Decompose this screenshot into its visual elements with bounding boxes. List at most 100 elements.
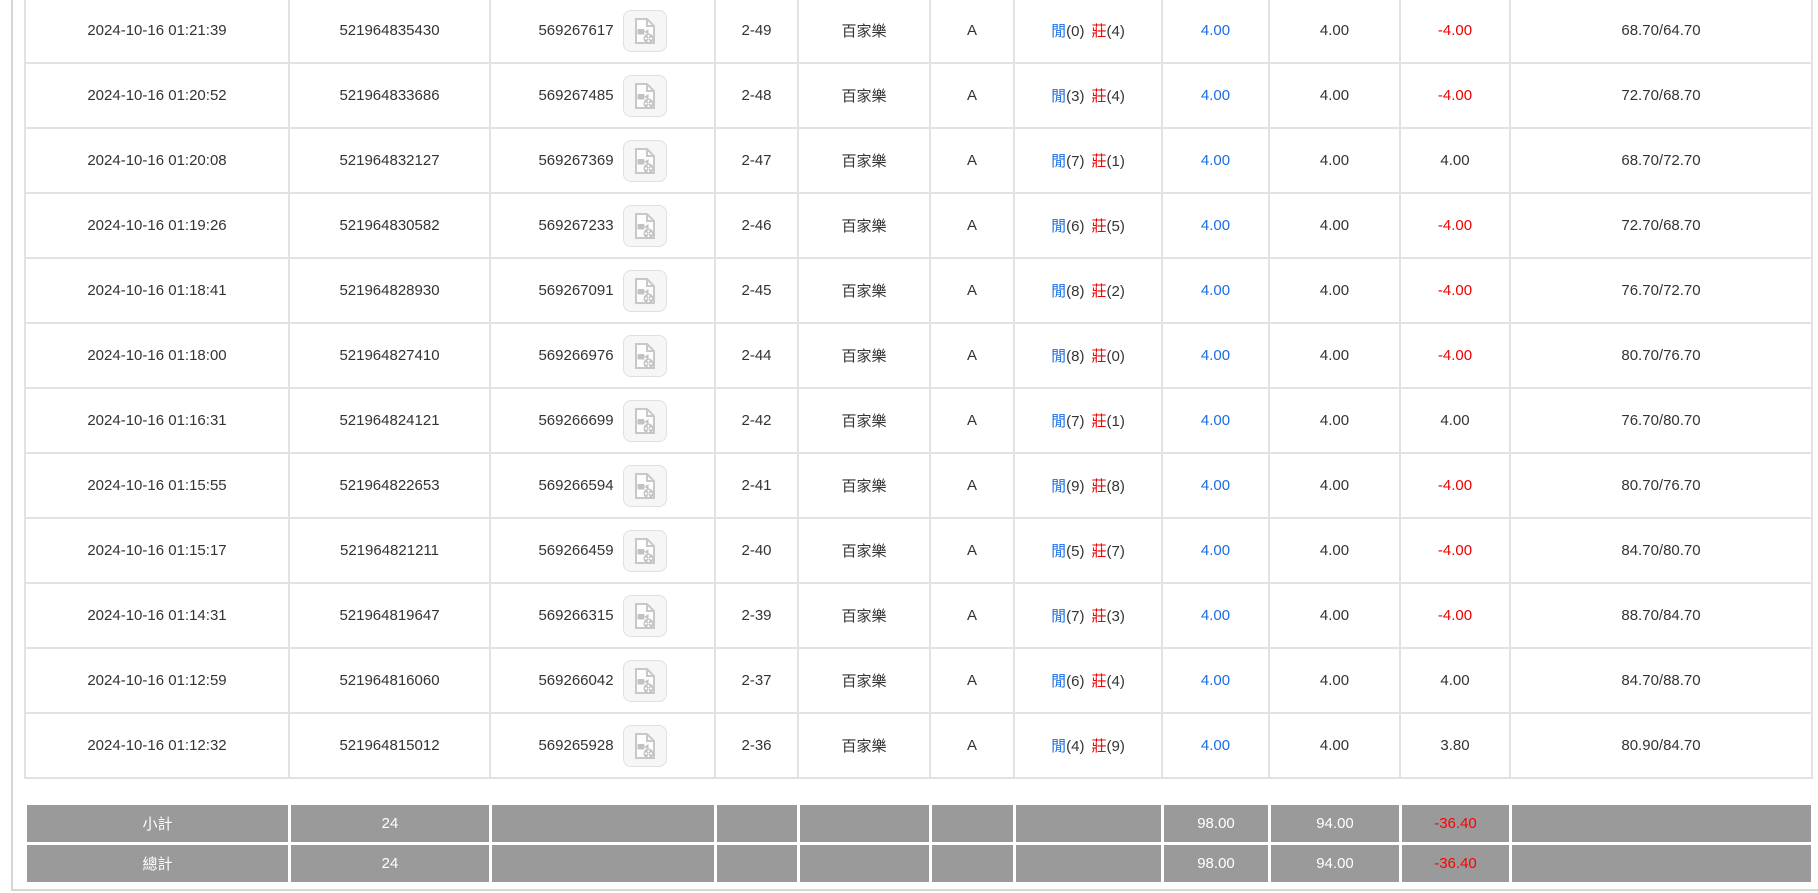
bet-amount-cell: 4.00 [1161,582,1270,649]
video-replay-icon [633,472,657,500]
result-cell: 閒(6) 莊(4) [1013,647,1163,714]
video-replay-button[interactable] [622,464,667,507]
player-result-points: (7) [1066,608,1085,625]
subtotal-empty-cell [714,802,800,845]
round-cell: 2-47 [714,127,799,194]
banker-result-points: (5) [1106,218,1125,235]
total-row: 總計 24 98.00 94.00 -36.40 [24,842,1814,885]
bet-amount-link[interactable]: 4.00 [1201,347,1230,364]
banker-result-label: 莊 [1091,413,1107,430]
game-id-cell: 569266976 [489,322,716,389]
table-name-cell: A [929,387,1015,454]
bet-amount-link[interactable]: 4.00 [1201,672,1230,689]
video-replay-button[interactable] [622,139,667,182]
game-id-cell: 569267233 [489,192,716,259]
table-name-cell: A [929,582,1015,649]
game-name-cell: 百家樂 [797,0,931,64]
table-name-cell: A [929,62,1015,129]
valid-bet-cell: 4.00 [1268,452,1401,519]
bet-amount-link[interactable]: 4.00 [1201,542,1230,559]
valid-bet-cell: 4.00 [1268,192,1401,259]
table-name-cell: A [929,517,1015,584]
timestamp-cell: 2024-10-16 01:15:17 [24,517,290,584]
round-cell: 2-41 [714,452,799,519]
bet-amount-link[interactable]: 4.00 [1201,282,1230,299]
valid-bet-cell: 4.00 [1268,647,1401,714]
bet-amount-link[interactable]: 4.00 [1201,607,1230,624]
total-bet-total: 98.00 [1161,842,1271,885]
round-cell: 2-42 [714,387,799,454]
game-id-wrap: 569267485 [491,74,714,117]
bet-amount-link[interactable]: 4.00 [1201,412,1230,429]
player-result-points: (3) [1066,88,1085,105]
bet-id-cell: 521964821211 [288,517,491,584]
video-replay-button[interactable] [622,399,667,442]
banker-result-label: 莊 [1091,348,1107,365]
banker-result-label: 莊 [1091,88,1107,105]
video-replay-button[interactable] [622,594,667,637]
banker-result-points: (8) [1106,478,1125,495]
valid-bet-cell: 4.00 [1268,517,1401,584]
video-replay-button[interactable] [622,724,667,767]
game-id-text: 569266315 [538,607,614,624]
bet-amount-link[interactable]: 4.00 [1201,152,1230,169]
result-cell: 閒(4) 莊(9) [1013,712,1163,779]
player-result-label: 閒 [1051,218,1067,235]
game-id-text: 569266699 [538,412,614,429]
game-id-wrap: 569265928 [491,724,714,767]
valid-bet-cell: 4.00 [1268,62,1401,129]
round-cell: 2-37 [714,647,799,714]
bet-amount-link[interactable]: 4.00 [1201,87,1230,104]
player-result-points: (8) [1066,348,1085,365]
bet-amount-link[interactable]: 4.00 [1201,217,1230,234]
game-id-cell: 569266315 [489,582,716,649]
video-replay-button[interactable] [622,204,667,247]
bet-amount-cell: 4.00 [1161,62,1270,129]
subtotal-valid-bet-total: 94.00 [1268,802,1402,845]
game-id-text: 569266459 [538,542,614,559]
table-row: 2024-10-16 01:14:31 521964819647 569266315… [24,582,1813,649]
records-table-body: 2024-10-16 01:21:39 521964835430 569267617… [24,0,1813,779]
balance-cell: 80.70/76.70 [1509,452,1813,519]
bet-id-cell: 521964828930 [288,257,491,324]
game-name-cell: 百家樂 [797,127,931,194]
bet-amount-cell: 4.00 [1161,0,1270,64]
game-id-cell: 569266042 [489,647,716,714]
video-replay-icon [633,537,657,565]
total-label: 總計 [24,842,291,885]
video-replay-button[interactable] [622,269,667,312]
subtotal-row: 小計 24 98.00 94.00 -36.40 [24,802,1814,845]
bet-amount-link[interactable]: 4.00 [1201,22,1230,39]
total-empty-cell [797,842,932,885]
game-id-cell: 569267091 [489,257,716,324]
video-replay-button[interactable] [622,659,667,702]
banker-result-points: (3) [1106,608,1125,625]
video-replay-button[interactable] [622,74,667,117]
table-row: 2024-10-16 01:12:59 521964816060 569266042… [24,647,1813,714]
balance-cell: 68.70/72.70 [1509,127,1813,194]
game-id-wrap: 569266315 [491,594,714,637]
bet-id-cell: 521964835430 [288,0,491,64]
video-replay-button[interactable] [622,334,667,377]
banker-result-label: 莊 [1091,283,1107,300]
bet-amount-cell: 4.00 [1161,452,1270,519]
result-cell: 閒(7) 莊(1) [1013,127,1163,194]
timestamp-cell: 2024-10-16 01:16:31 [24,387,290,454]
table-name-cell: A [929,192,1015,259]
win-loss-cell: 4.00 [1399,647,1511,714]
bet-amount-link[interactable]: 4.00 [1201,477,1230,494]
video-replay-button[interactable] [622,529,667,572]
bet-amount-cell: 4.00 [1161,257,1270,324]
game-id-wrap: 569266042 [491,659,714,702]
bet-id-cell: 521964819647 [288,582,491,649]
game-id-wrap: 569266459 [491,529,714,572]
bet-amount-cell: 4.00 [1161,192,1270,259]
bet-amount-link[interactable]: 4.00 [1201,737,1230,754]
round-cell: 2-36 [714,712,799,779]
game-id-cell: 569266699 [489,387,716,454]
valid-bet-cell: 4.00 [1268,257,1401,324]
video-replay-button[interactable] [622,9,667,52]
balance-cell: 72.70/68.70 [1509,62,1813,129]
total-empty-cell [1013,842,1164,885]
round-cell: 2-45 [714,257,799,324]
